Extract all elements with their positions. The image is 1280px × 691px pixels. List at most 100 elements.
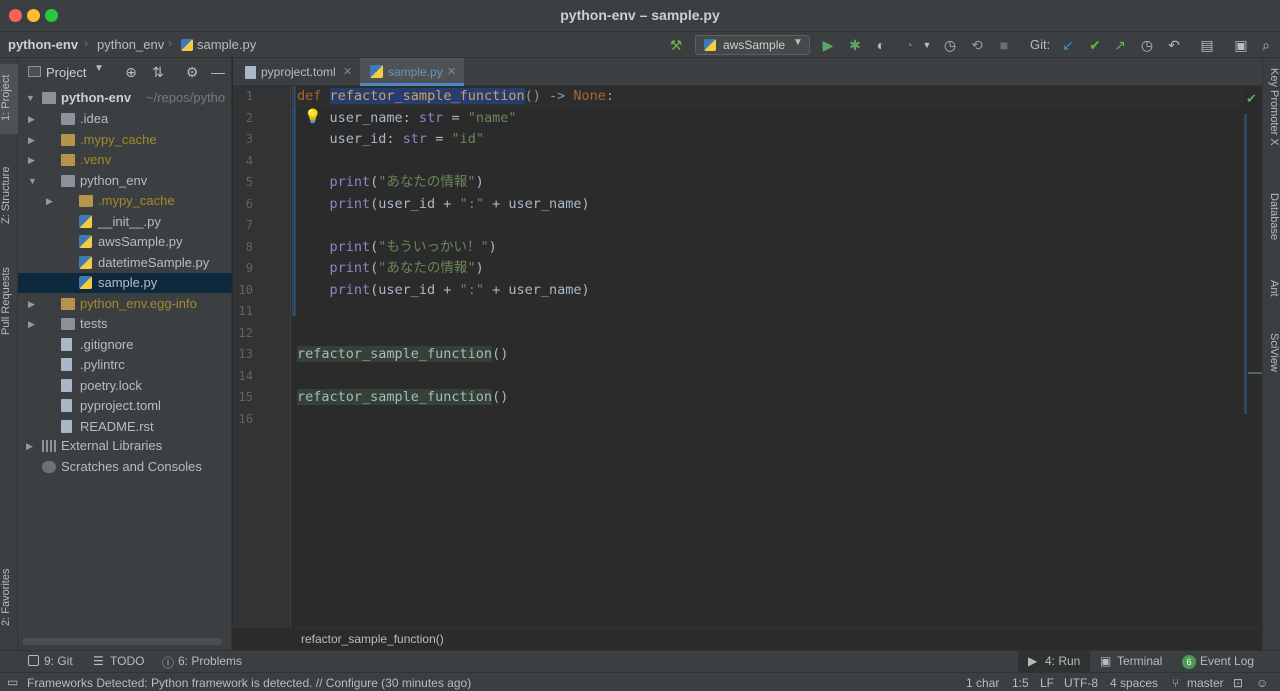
project-structure-icon[interactable]: ▤ bbox=[1199, 37, 1215, 53]
rerun-icon[interactable]: ⟲ bbox=[969, 37, 985, 53]
build-hammer-icon[interactable]: ⚒ bbox=[668, 37, 684, 53]
horizontal-scrollbar[interactable] bbox=[22, 638, 222, 645]
project-panel-header: Project ▼ ⊕ ⇅ ⚙ — bbox=[18, 58, 232, 86]
run-tool-tab[interactable]: 4: Run bbox=[1045, 654, 1080, 668]
status-cursor-position[interactable]: 1:5 bbox=[1012, 676, 1029, 690]
collapse-all-icon[interactable]: ⇅ bbox=[150, 64, 166, 80]
chevron-right-icon[interactable]: ▶ bbox=[28, 150, 35, 170]
tree-item[interactable]: sample.py bbox=[18, 273, 232, 293]
profile-icon[interactable]: ◔ bbox=[901, 37, 917, 53]
tree-scratches[interactable]: Scratches and Consoles bbox=[18, 457, 232, 477]
debug-bug-icon[interactable]: ✱ bbox=[847, 37, 863, 53]
tree-item[interactable]: .gitignore bbox=[18, 335, 232, 355]
tree-item[interactable]: ▶ tests bbox=[18, 314, 232, 334]
structure-tool-tab[interactable]: Z: Structure bbox=[0, 156, 18, 234]
sciview-tool-tab[interactable]: SciView bbox=[1266, 333, 1280, 393]
chevron-down-icon[interactable]: ▼ bbox=[28, 171, 37, 191]
status-git-branch[interactable]: master bbox=[1187, 676, 1224, 690]
chevron-right-icon[interactable]: ▶ bbox=[28, 314, 35, 334]
chevron-down-icon[interactable]: ▼ bbox=[94, 63, 104, 74]
git-tool-tab[interactable]: 9: Git bbox=[44, 654, 73, 668]
lightbulb-icon[interactable]: 💡 bbox=[304, 108, 321, 125]
tree-item[interactable]: README.rst bbox=[18, 417, 232, 437]
problems-tool-tab[interactable]: 6: Problems bbox=[178, 654, 242, 668]
status-toggle-icon[interactable]: ▭ bbox=[7, 675, 18, 689]
tree-item[interactable]: poetry.lock bbox=[18, 376, 232, 396]
chevron-right-icon[interactable]: ▶ bbox=[28, 130, 35, 150]
breadcrumb-package[interactable]: python_env bbox=[97, 37, 164, 52]
event-log-tool-tab[interactable]: Event Log bbox=[1200, 654, 1254, 668]
git-push-icon[interactable]: ↗ bbox=[1112, 37, 1128, 53]
favorites-tool-tab[interactable]: 2: Favorites bbox=[0, 558, 18, 636]
git-commit-check-icon[interactable]: ✔ bbox=[1087, 37, 1103, 53]
coverage-shield-icon[interactable]: ◐ bbox=[873, 37, 889, 53]
history-clock-icon[interactable]: ◷ bbox=[1139, 37, 1155, 53]
gear-icon[interactable]: ⚙ bbox=[184, 64, 200, 80]
project-view-label[interactable]: Project bbox=[46, 65, 86, 80]
concurrency-icon[interactable]: ◷ bbox=[942, 37, 958, 53]
database-tool-tab[interactable]: Database bbox=[1266, 193, 1280, 263]
git-update-icon[interactable]: ↙ bbox=[1060, 37, 1076, 53]
status-indent[interactable]: 4 spaces bbox=[1110, 676, 1158, 690]
search-everywhere-icon[interactable]: ⌕ bbox=[1258, 37, 1274, 53]
tree-item[interactable]: datetimeSample.py bbox=[18, 253, 232, 273]
tree-item[interactable]: ▶ .venv bbox=[18, 150, 232, 170]
ant-tool-tab[interactable]: Ant bbox=[1266, 280, 1280, 315]
chevron-down-icon[interactable]: ▼ bbox=[919, 37, 935, 53]
usage-marker bbox=[1248, 372, 1262, 374]
bottom-tool-bar: 9: Git ☰ TODO ⓘ 6: Problems ▶ 4: Run ▣ T… bbox=[0, 650, 1280, 672]
python-file-icon bbox=[79, 255, 92, 269]
key-promoter-tool-tab[interactable]: Key Promoter X bbox=[1266, 68, 1280, 178]
tree-item-label: .idea bbox=[80, 111, 109, 126]
chevron-right-icon[interactable]: ▶ bbox=[28, 294, 35, 314]
tree-item-label: README.rst bbox=[80, 418, 154, 434]
editor-breadcrumb-item[interactable]: refactor_sample_function() bbox=[301, 632, 444, 646]
inspector-icon[interactable]: ☺ bbox=[1256, 676, 1268, 690]
chevron-down-icon[interactable]: ▼ bbox=[26, 88, 35, 108]
status-encoding[interactable]: UTF-8 bbox=[1064, 676, 1098, 690]
tree-item[interactable]: ▶ .mypy_cache bbox=[18, 191, 232, 211]
status-line-separator[interactable]: LF bbox=[1040, 676, 1054, 690]
close-tab-icon[interactable]: ✕ bbox=[343, 58, 352, 86]
git-branch-icon bbox=[28, 655, 39, 666]
todo-tool-tab[interactable]: TODO bbox=[110, 654, 144, 668]
tree-root[interactable]: ▼ python-env ~/repos/pytho bbox=[18, 88, 232, 108]
error-stripe[interactable]: ✔ bbox=[1244, 86, 1262, 628]
project-tool-tab[interactable]: 1: Project bbox=[0, 68, 18, 128]
tree-item[interactable]: ▶ .mypy_cache bbox=[18, 130, 232, 150]
tree-item[interactable]: pyproject.toml bbox=[18, 396, 232, 416]
breadcrumb-file[interactable]: sample.py bbox=[197, 37, 256, 52]
breadcrumb-project[interactable]: python-env bbox=[8, 37, 78, 52]
tree-item[interactable]: ▶ python_env.egg-info bbox=[18, 294, 232, 314]
status-message[interactable]: Frameworks Detected: Python framework is… bbox=[27, 676, 471, 690]
tab-pyproject-toml[interactable]: pyproject.toml ✕ bbox=[233, 58, 360, 86]
file-icon bbox=[61, 358, 72, 371]
code-editor[interactable]: def refactor_sample_function() -> None: … bbox=[292, 86, 1244, 628]
chevron-right-icon[interactable]: ▶ bbox=[26, 436, 33, 456]
terminal-tool-tab[interactable]: Terminal bbox=[1117, 654, 1162, 668]
pull-requests-tool-tab[interactable]: Pull Requests bbox=[0, 256, 18, 346]
rollback-icon[interactable]: ↶ bbox=[1166, 37, 1182, 53]
tree-item[interactable]: awsSample.py bbox=[18, 232, 232, 252]
run-play-icon[interactable]: ▶ bbox=[820, 37, 836, 53]
inspection-ok-check-icon[interactable]: ✔ bbox=[1246, 91, 1257, 107]
tree-external-libraries[interactable]: ▶ External Libraries bbox=[18, 436, 232, 456]
hide-panel-icon[interactable]: — bbox=[210, 64, 226, 80]
locate-file-icon[interactable]: ⊕ bbox=[123, 64, 139, 80]
tree-item[interactable]: __init__.py bbox=[18, 212, 232, 232]
tree-item[interactable]: ▶ .idea bbox=[18, 109, 232, 129]
tab-sample-py[interactable]: sample.py ✕ bbox=[360, 58, 464, 86]
terminal-window-icon[interactable]: ▣ bbox=[1233, 37, 1249, 53]
folder-icon bbox=[61, 297, 75, 310]
run-configuration-select[interactable]: awsSample ▼ bbox=[695, 35, 810, 55]
chevron-right-icon[interactable]: ▶ bbox=[46, 191, 53, 211]
window-title: python-env – sample.py bbox=[560, 7, 720, 23]
chevron-down-icon: ▼ bbox=[793, 37, 803, 48]
lock-icon[interactable]: ⊡ bbox=[1233, 676, 1243, 690]
tree-item[interactable]: .pylintrc bbox=[18, 355, 232, 375]
folder-icon bbox=[61, 113, 75, 125]
tree-item[interactable]: ▼ python_env bbox=[18, 171, 232, 191]
stop-icon[interactable]: ■ bbox=[996, 37, 1012, 53]
chevron-right-icon[interactable]: ▶ bbox=[28, 109, 35, 129]
close-tab-icon[interactable]: ✕ bbox=[447, 58, 456, 86]
